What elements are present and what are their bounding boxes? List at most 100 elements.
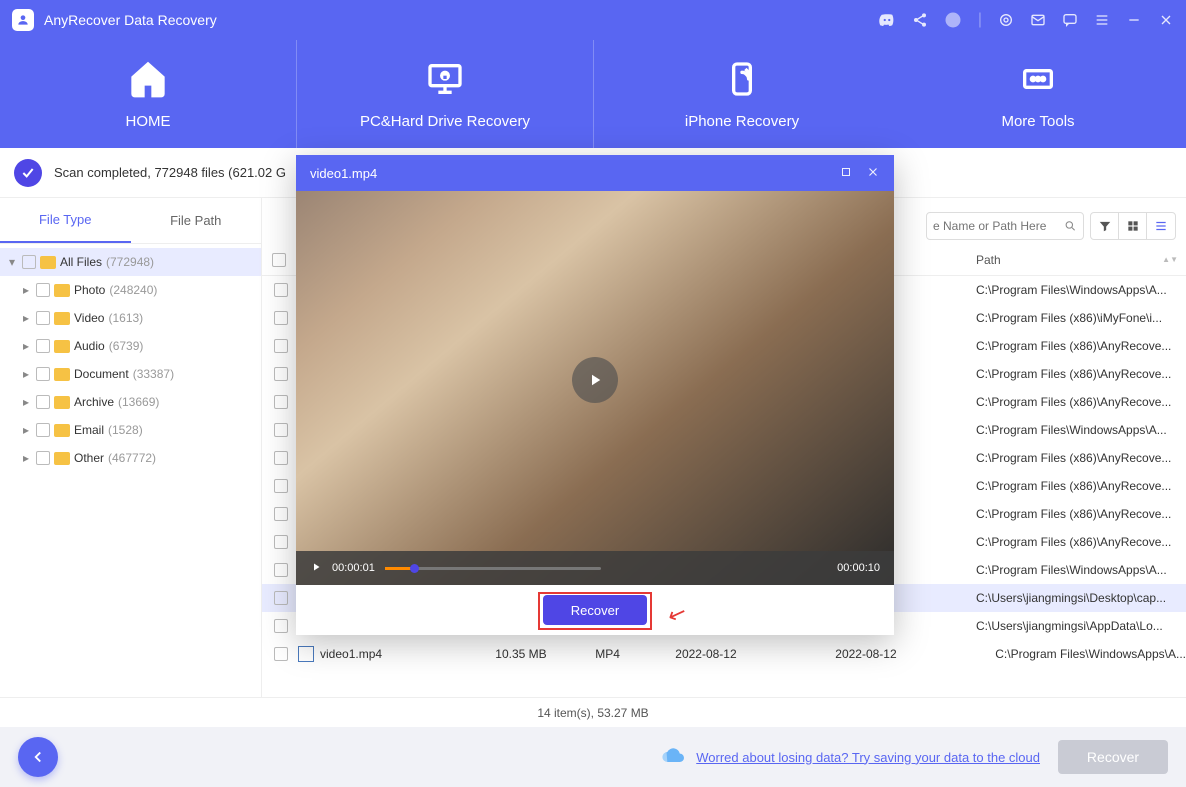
checkbox[interactable]: [274, 563, 288, 577]
tree-label: Photo: [74, 283, 105, 297]
tree-item[interactable]: ▸ Video (1613): [0, 304, 261, 332]
discord-icon[interactable]: [878, 11, 896, 29]
checkbox[interactable]: [274, 591, 288, 605]
modal-footer: Recover ↙: [296, 585, 894, 635]
share-icon[interactable]: [912, 12, 928, 28]
recover-button[interactable]: Recover: [543, 595, 647, 625]
checkbox[interactable]: [36, 423, 50, 437]
tree-item[interactable]: ▸ Audio (6739): [0, 332, 261, 360]
user-icon[interactable]: [944, 11, 962, 29]
time-current: 00:00:01: [332, 562, 375, 574]
close-icon[interactable]: [866, 165, 880, 182]
tab-file-path[interactable]: File Path: [131, 198, 262, 243]
file-path: C:\Program Files\WindowsApps\A...: [995, 647, 1186, 661]
checkbox[interactable]: [36, 339, 50, 353]
app-title: AnyRecover Data Recovery: [44, 12, 217, 28]
checkbox[interactable]: [274, 619, 288, 633]
cloud-icon: [660, 747, 688, 767]
target-icon[interactable]: [998, 12, 1014, 28]
tree-all-files[interactable]: ▾ All Files (772948): [0, 248, 261, 276]
checkbox[interactable]: [36, 367, 50, 381]
checkbox[interactable]: [274, 395, 288, 409]
checkbox[interactable]: [36, 395, 50, 409]
checkbox[interactable]: [274, 451, 288, 465]
checkbox[interactable]: [22, 255, 36, 269]
title-bar: AnyRecover Data Recovery |: [0, 0, 1186, 40]
checkbox[interactable]: [274, 339, 288, 353]
file-path: C:\Program Files\WindowsApps\A...: [966, 423, 1186, 437]
checkbox[interactable]: [36, 451, 50, 465]
nav-pc-label: PC&Hard Drive Recovery: [360, 113, 530, 130]
nav-home-label: HOME: [126, 113, 171, 130]
nav-iphone-label: iPhone Recovery: [685, 113, 799, 130]
nav-iphone[interactable]: iPhone Recovery: [594, 40, 890, 148]
video-preview[interactable]: 00:00:01 00:00:10: [296, 191, 894, 585]
tree-item[interactable]: ▸ Other (467772): [0, 444, 261, 472]
checkbox-all[interactable]: [272, 253, 286, 267]
checkbox[interactable]: [274, 507, 288, 521]
modal-title-text: video1.mp4: [310, 166, 377, 181]
maximize-icon[interactable]: [840, 166, 852, 181]
modal-titlebar: video1.mp4: [296, 155, 894, 191]
file-path: C:\Program Files (x86)\AnyRecove...: [966, 507, 1186, 521]
folder-icon: [54, 452, 70, 465]
sidebar: File Type File Path ▾ All Files (772948)…: [0, 198, 262, 697]
recover-button-disabled[interactable]: Recover: [1058, 740, 1168, 774]
checkbox[interactable]: [274, 367, 288, 381]
file-path: C:\Users\jiangmingsi\AppData\Lo...: [966, 619, 1186, 633]
nav-home[interactable]: HOME: [0, 40, 296, 148]
folder-icon: [54, 368, 70, 381]
cloud-link-text: Worred about losing data? Try saving you…: [696, 750, 1040, 765]
app-logo: [12, 9, 34, 31]
bottom-bar: Worred about losing data? Try saving you…: [0, 727, 1186, 787]
tree-item[interactable]: ▸ Document (33387): [0, 360, 261, 388]
checkbox[interactable]: [274, 311, 288, 325]
play-button[interactable]: [572, 357, 618, 403]
play-icon[interactable]: [310, 561, 322, 576]
back-button[interactable]: [18, 737, 58, 777]
close-icon[interactable]: [1158, 12, 1174, 28]
nav-pc[interactable]: PC&Hard Drive Recovery: [296, 40, 594, 148]
table-summary: 14 item(s), 53.27 MB: [0, 697, 1186, 727]
nav-tools-label: More Tools: [1001, 113, 1074, 130]
category-tree: ▾ All Files (772948) ▸ Photo (248240)▸ V…: [0, 244, 261, 476]
checkbox[interactable]: [36, 311, 50, 325]
sort-icon[interactable]: ▲▼: [1162, 257, 1178, 262]
file-path: C:\Program Files (x86)\iMyFone\i...: [966, 311, 1186, 325]
checkbox[interactable]: [274, 647, 288, 661]
progress-bar[interactable]: [385, 567, 601, 570]
tab-file-type[interactable]: File Type: [0, 198, 131, 243]
chevron-right-icon: ▸: [20, 311, 32, 325]
chat-icon[interactable]: [1062, 12, 1078, 28]
checkbox[interactable]: [274, 535, 288, 549]
more-icon: [1018, 59, 1058, 99]
table-row[interactable]: video1.mp4 10.35 MB MP4 2022-08-12 2022-…: [262, 640, 1186, 668]
chevron-right-icon: ▸: [20, 423, 32, 437]
checkbox[interactable]: [274, 283, 288, 297]
file-path: C:\Program Files\WindowsApps\A...: [966, 283, 1186, 297]
tree-item[interactable]: ▸ Archive (13669): [0, 388, 261, 416]
checkbox[interactable]: [274, 423, 288, 437]
mail-icon[interactable]: [1030, 12, 1046, 28]
nav-tools[interactable]: More Tools: [890, 40, 1186, 148]
folder-icon: [54, 312, 70, 325]
checkbox[interactable]: [36, 283, 50, 297]
file-path: C:\Program Files (x86)\AnyRecove...: [966, 395, 1186, 409]
chevron-right-icon: ▸: [20, 367, 32, 381]
checkbox[interactable]: [274, 479, 288, 493]
file-path: C:\Users\jiangmingsi\Desktop\cap...: [966, 591, 1186, 605]
folder-icon: [40, 256, 56, 269]
col-path-label[interactable]: Path: [976, 253, 1001, 267]
tree-label: Other: [74, 451, 104, 465]
tree-item[interactable]: ▸ Photo (248240): [0, 276, 261, 304]
minimize-icon[interactable]: [1126, 12, 1142, 28]
tree-label: Email: [74, 423, 104, 437]
tree-label: All Files: [60, 255, 102, 269]
folder-icon: [54, 284, 70, 297]
tree-count: (6739): [109, 339, 144, 353]
cloud-backup-link[interactable]: Worred about losing data? Try saving you…: [660, 747, 1040, 767]
tree-label: Video: [74, 311, 104, 325]
tree-item[interactable]: ▸ Email (1528): [0, 416, 261, 444]
time-total: 00:00:10: [837, 562, 880, 574]
menu-icon[interactable]: [1094, 12, 1110, 28]
